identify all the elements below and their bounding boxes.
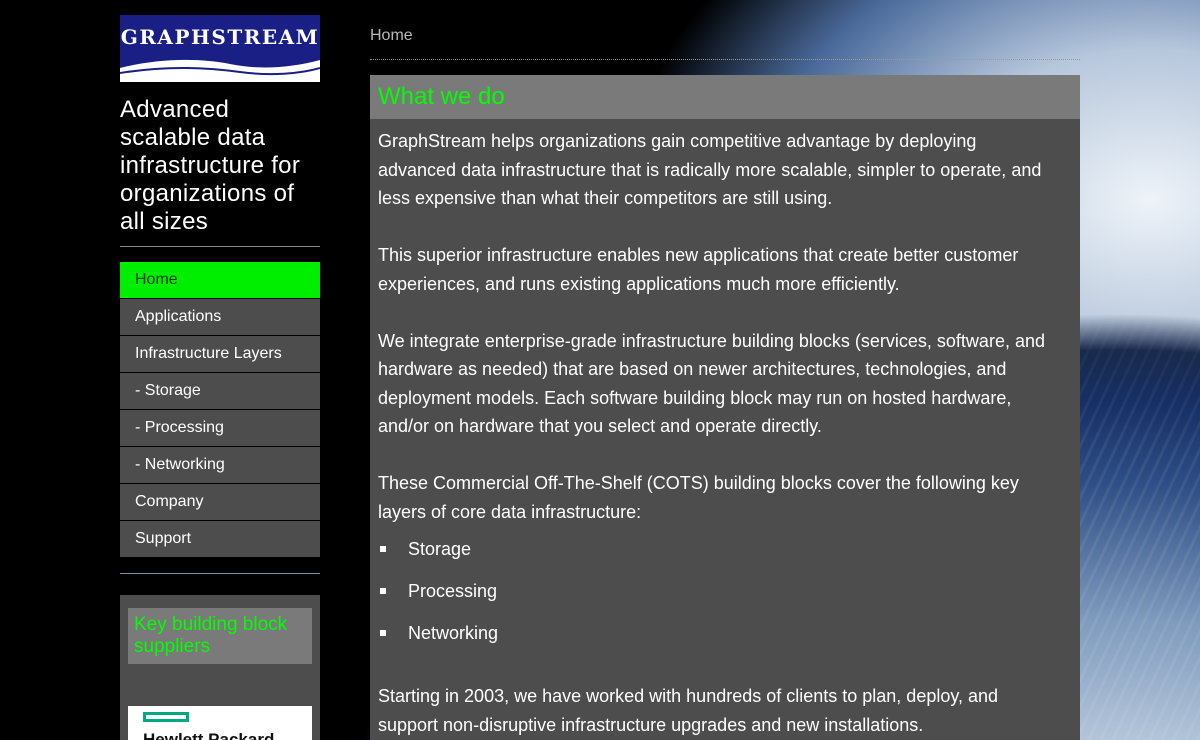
breadcrumb[interactable]: Home: [370, 27, 413, 45]
sidebar-nav: Home Applications Infrastructure Layers …: [120, 262, 320, 558]
list-item: Storage: [378, 528, 1056, 570]
main-content-panel: What we do GraphStream helps organizatio…: [370, 75, 1080, 740]
cots-paragraph: These Commercial Off-The-Shelf (COTS) bu…: [378, 473, 1019, 522]
bullet-square-icon: [380, 630, 386, 636]
list-item-label: Storage: [408, 539, 472, 559]
list-item: Networking: [378, 612, 1056, 654]
breadcrumb-divider: [370, 59, 1080, 60]
intro-paragraph: GraphStream helps organizations gain com…: [378, 131, 1042, 208]
logo-wordmark: GRAPHSTREAM: [120, 25, 320, 49]
infrastructure-paragraph: This superior infrastructure enables new…: [378, 245, 1019, 294]
hpe-logo-text: Hewlett Packard: [143, 730, 275, 740]
nav-item-home[interactable]: Home: [120, 262, 320, 298]
logo-wave-graphic: [120, 59, 320, 82]
list-item-label: Networking: [408, 623, 499, 643]
layers-list: Storage Processing Networking: [378, 528, 1056, 654]
nav-item-infrastructure-layers[interactable]: Infrastructure Layers: [120, 336, 320, 372]
hpe-rectangle-icon: [143, 712, 189, 722]
suppliers-heading: Key building block suppliers: [128, 608, 312, 664]
nav-item-storage[interactable]: - Storage: [120, 373, 320, 409]
site-tagline: Advanced scalable data infrastructure fo…: [120, 96, 301, 235]
nav-item-processing[interactable]: - Processing: [120, 410, 320, 446]
list-item-label: Processing: [408, 581, 498, 601]
list-item: Processing: [378, 570, 1056, 612]
bullet-square-icon: [380, 546, 386, 552]
bullet-square-icon: [380, 588, 386, 594]
nav-item-applications[interactable]: Applications: [120, 299, 320, 335]
nav-item-networking[interactable]: - Networking: [120, 447, 320, 483]
history-paragraph: Starting in 2003, we have worked with hu…: [378, 686, 999, 735]
graphstream-logo[interactable]: GRAPHSTREAM: [120, 15, 320, 82]
content-body: GraphStream helps organizations gain com…: [370, 119, 1080, 739]
sidebar-divider: [120, 246, 320, 247]
sidebar-divider-lower: [120, 573, 320, 574]
building-blocks-paragraph: We integrate enterprise-grade infrastruc…: [378, 330, 1045, 437]
hpe-logo-link[interactable]: Hewlett Packard: [128, 706, 312, 740]
page-title: What we do: [370, 75, 1080, 119]
nav-item-support[interactable]: Support: [120, 521, 320, 557]
suppliers-panel: Key building block suppliers Hewlett Pac…: [120, 595, 320, 740]
nav-item-company[interactable]: Company: [120, 484, 320, 520]
